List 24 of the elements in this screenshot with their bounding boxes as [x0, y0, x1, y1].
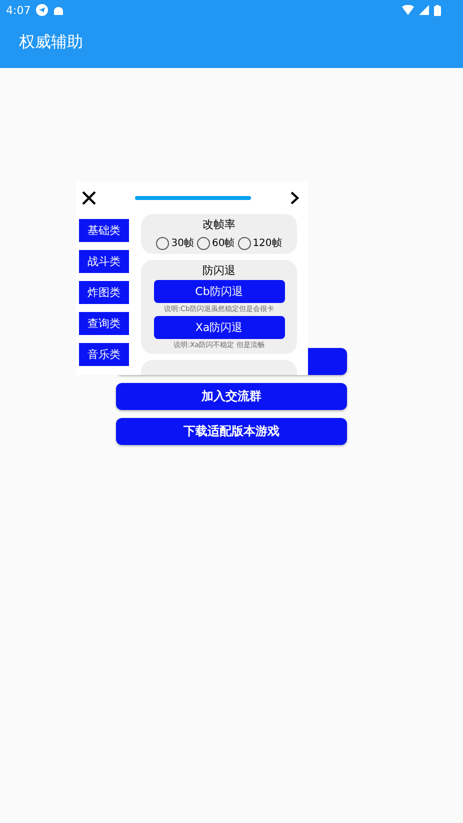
card-title: 防闪退 — [202, 263, 236, 278]
drag-handle[interactable] — [135, 196, 251, 200]
android-icon — [52, 4, 64, 16]
radio-option[interactable]: 30帧 — [156, 236, 194, 250]
signal-icon — [419, 5, 429, 15]
category-button[interactable]: 查询类 — [79, 312, 129, 335]
battery-icon — [434, 4, 441, 16]
category-button[interactable]: 音乐类 — [79, 343, 129, 366]
app-title: 权威辅助 — [18, 31, 84, 53]
telegram-icon — [36, 4, 48, 16]
radio-option[interactable]: 120帧 — [238, 236, 282, 250]
action-button[interactable]: 下载适配版本游戏 — [116, 418, 347, 445]
category-button[interactable]: 炸图类 — [79, 281, 129, 304]
action-button[interactable]: 加入交流群 — [116, 383, 347, 410]
radio-option[interactable]: 60帧 — [196, 236, 235, 250]
chevron-right-icon[interactable] — [290, 191, 299, 205]
anti-crash-button[interactable]: Cb防闪退 — [154, 280, 284, 303]
close-icon[interactable] — [82, 191, 96, 205]
wifi-icon — [402, 5, 414, 15]
card-title: 改帧率 — [202, 217, 236, 232]
category-button[interactable]: 基础类 — [79, 219, 129, 242]
category-button[interactable]: 战斗类 — [79, 250, 129, 273]
anti-crash-button[interactable]: Xa防闪退 — [154, 316, 284, 339]
status-time: 4:07 — [6, 4, 31, 16]
